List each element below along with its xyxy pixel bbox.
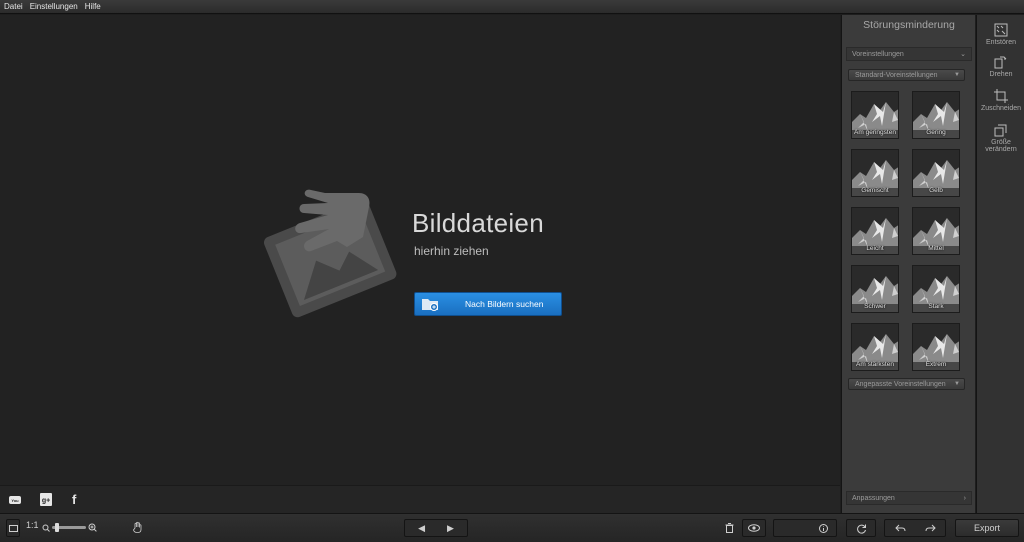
zoom-out-icon[interactable] [42, 524, 50, 532]
preset-label: Leicht [866, 245, 884, 252]
zoom-in-icon[interactable] [88, 523, 97, 532]
info-icon [819, 523, 828, 533]
undo-icon[interactable] [894, 524, 906, 533]
preset-thumbnail[interactable]: Leicht [851, 207, 899, 255]
youtube-glyph: You [11, 498, 19, 503]
resize-icon [994, 124, 1007, 137]
bottom-toolbar: 1:1 ◀ ▶ Export [0, 513, 1024, 542]
browse-images-button[interactable]: Nach Bildern suchen [414, 292, 562, 316]
preset-thumbnail[interactable]: Stark [912, 265, 960, 313]
drop-image-icon [263, 189, 397, 318]
custom-presets-label: Angepasste Voreinstellungen [855, 380, 946, 388]
export-button[interactable]: Export [955, 519, 1019, 537]
preset-thumbnail[interactable]: Gering [912, 91, 960, 139]
tool-resize-label: Größe verändern [985, 139, 1017, 153]
preset-thumbnail[interactable]: Am geringsten [851, 91, 899, 139]
preset-label: Schwer [864, 303, 886, 310]
presets-section-label: Voreinstellungen [852, 50, 904, 58]
preset-label: Stark [928, 303, 944, 310]
preset-thumbnail[interactable]: Mittel [912, 207, 960, 255]
dropdown-arrow-icon: ▼ [954, 72, 960, 78]
standard-presets-dropdown[interactable]: Standard-Voreinstellungen ▼ [848, 69, 965, 81]
standard-presets-label: Standard-Voreinstellungen [855, 71, 938, 79]
trash-icon [725, 523, 733, 533]
preview-toggle-button[interactable] [742, 519, 766, 537]
chevron-down-icon: ⌄ [960, 51, 966, 58]
facebook-icon[interactable]: f [72, 492, 76, 507]
image-canvas[interactable]: Bilddateien hierhin ziehen Nach Bildern … [0, 15, 840, 485]
next-image-icon[interactable]: ▶ [447, 523, 454, 534]
tool-resize[interactable]: Größe verändern [977, 123, 1024, 153]
compare-button[interactable] [846, 519, 876, 537]
dropdown-arrow-icon: ▼ [954, 381, 960, 387]
preset-thumbnail[interactable]: Am stärksten [851, 323, 899, 371]
preset-thumbnail[interactable]: Schwer [851, 265, 899, 313]
google-plus-icon[interactable]: g+ [40, 493, 52, 509]
noise-reduction-panel: Störungsminderung Voreinstellungen ⌄ Sta… [841, 15, 975, 513]
preset-thumbnail[interactable]: Gemischt [851, 149, 899, 197]
tool-denoise-label: Entstören [986, 39, 1016, 46]
drop-title: Bilddateien [412, 208, 544, 238]
tool-crop-label: Zuschneiden [980, 105, 1022, 112]
preset-label: Am stärksten [856, 361, 894, 368]
adjustments-section-header[interactable]: Anpassungen › [846, 491, 972, 505]
eye-icon [748, 524, 760, 532]
panel-title: Störungsminderung [863, 19, 955, 31]
presets-section-header[interactable]: Voreinstellungen ⌄ [846, 47, 972, 61]
browse-images-label: Nach Bildern suchen [465, 299, 544, 309]
tool-crop[interactable]: Zuschneiden [977, 89, 1024, 112]
preset-label: Gering [926, 129, 946, 136]
history-controls [884, 519, 946, 537]
menu-item-file[interactable]: Datei [4, 2, 23, 11]
hand-tool-icon[interactable] [133, 521, 143, 533]
folder-add-icon [422, 299, 438, 311]
delete-button[interactable] [719, 519, 739, 537]
fit-screen-button[interactable] [6, 519, 20, 537]
social-bar: You g+ f [0, 485, 840, 513]
preset-label: Gelb [929, 187, 943, 194]
preset-thumbnail[interactable]: Gelb [912, 149, 960, 197]
adjustments-section-label: Anpassungen [852, 494, 895, 502]
menu-bar: Datei Einstellungen Hilfe [0, 0, 1024, 14]
info-box[interactable] [773, 519, 837, 537]
google-plus-glyph: g+ [42, 498, 50, 505]
chevron-right-icon: › [963, 494, 966, 502]
menu-item-help[interactable]: Hilfe [85, 2, 101, 11]
denoise-icon [994, 23, 1008, 37]
preset-label: Mittel [928, 245, 944, 252]
zoom-slider-handle[interactable] [55, 523, 59, 532]
crop-icon [994, 89, 1008, 103]
previous-image-icon[interactable]: ◀ [418, 523, 425, 534]
menu-item-settings[interactable]: Einstellungen [30, 2, 78, 11]
preset-label: Am geringsten [854, 129, 896, 136]
preset-label: Extrem [925, 361, 947, 368]
refresh-icon [856, 524, 866, 534]
redo-icon[interactable] [925, 524, 936, 533]
tool-rotate[interactable]: Drehen [977, 55, 1024, 78]
preset-label: Gemischt [861, 187, 889, 194]
tools-column: Entstören Drehen Zuschneiden Größe verän… [976, 15, 1024, 513]
image-navigation: ◀ ▶ [404, 519, 468, 537]
drop-subtitle: hierhin ziehen [414, 244, 489, 258]
youtube-icon[interactable]: You [9, 494, 21, 509]
fit-screen-icon [8, 524, 18, 532]
zoom-1to1-label[interactable]: 1:1 [26, 520, 39, 530]
custom-presets-dropdown[interactable]: Angepasste Voreinstellungen ▼ [848, 378, 965, 390]
tool-denoise[interactable]: Entstören [977, 23, 1024, 46]
tool-rotate-label: Drehen [989, 71, 1013, 78]
preset-thumbnail[interactable]: Extrem [912, 323, 960, 371]
rotate-icon [994, 56, 1007, 69]
